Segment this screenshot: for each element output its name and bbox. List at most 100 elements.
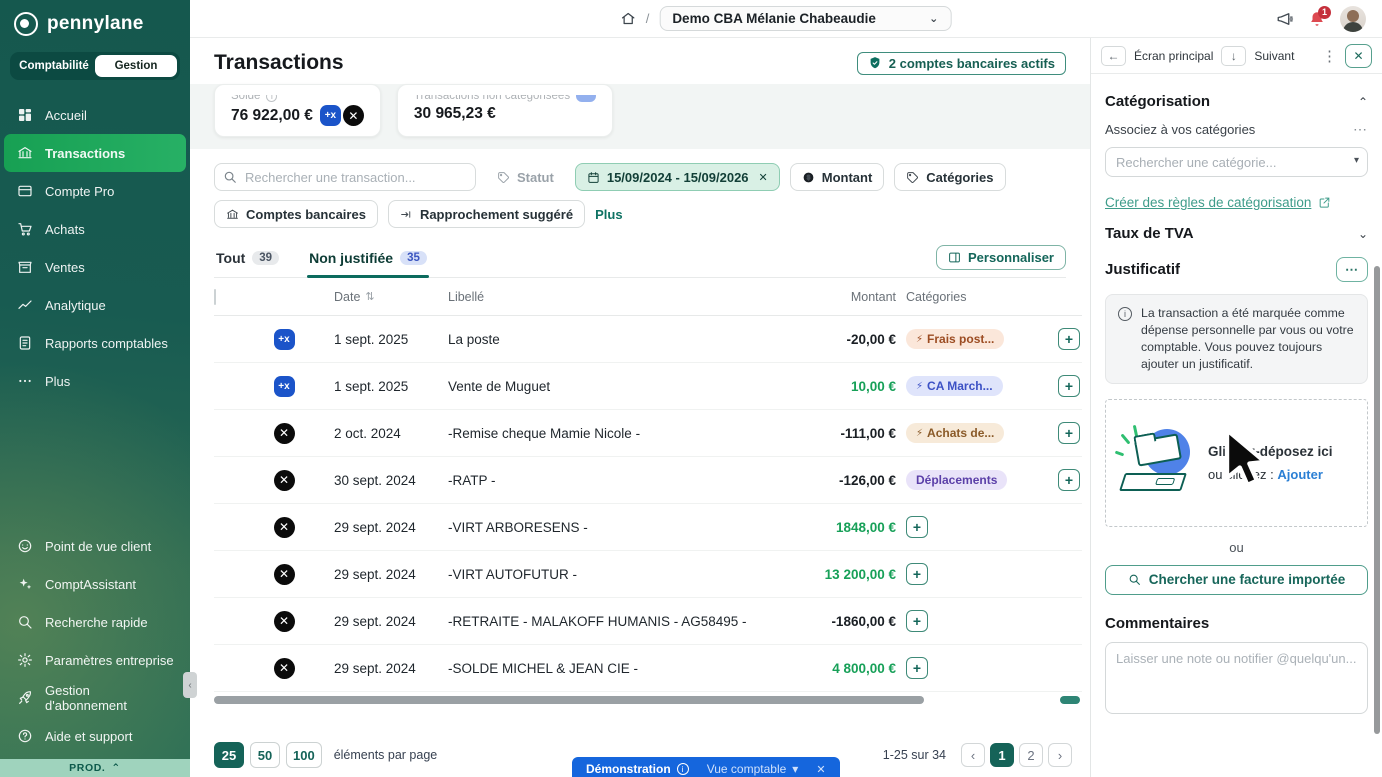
add-category-button[interactable]: + [1058,375,1080,397]
category-badge[interactable]: Déplacements [906,470,1007,490]
category-search-input[interactable] [1105,147,1368,177]
avatar[interactable] [1340,6,1366,32]
toggle-gestion[interactable]: Gestion [95,55,177,77]
sidebar-item-aide[interactable]: Aide et support [0,717,190,755]
add-category-button[interactable]: + [1058,422,1080,444]
prev-page-button[interactable]: ‹ [961,743,985,767]
column-date[interactable]: Date ⇅ [320,290,448,304]
demo-close-button[interactable]: ✕ [816,763,825,776]
sidebar-item-accueil[interactable]: Accueil [0,96,190,134]
sidebar-item-abonnement[interactable]: Gestion d'abonnement [0,679,190,717]
table-row[interactable]: ✕ 2 oct. 2024 -Remise cheque Mamie Nicol… [214,410,1082,457]
filter-comptes-bancaires[interactable]: Comptes bancaires [214,200,378,228]
announcements-button[interactable] [1276,10,1294,28]
table-row[interactable]: +x 1 sept. 2025 La poste -20,00 € ⚡Frais… [214,316,1082,363]
justificatif-options-button[interactable]: ⋯ [1336,257,1368,282]
sidebar-item-ventes[interactable]: Ventes [0,248,190,286]
environment-bar[interactable]: PROD. ⌃ [0,759,190,777]
toggle-comptabilite[interactable]: Comptabilité [13,55,95,77]
page-2-button[interactable]: 2 [1019,743,1043,767]
balance-card: Solde i 76 922,00 € +x ✕ [214,84,381,137]
categorisation-subtitle: Associez à vos catégories [1105,122,1255,137]
qonto-bank-icon: +x [320,105,341,126]
panel-menu-button[interactable]: ⋮ [1322,47,1337,65]
next-down-button[interactable]: ↓ [1221,46,1246,66]
add-category-button[interactable]: + [906,657,928,679]
dashboard-icon [16,107,33,124]
table-row[interactable]: ✕ 29 sept. 2024 -RETRAITE - MALAKOFF HUM… [214,598,1082,645]
sidebar-item-point-de-vue-client[interactable]: Point de vue client [0,527,190,565]
brand-logo[interactable]: pennylane [0,0,190,40]
receipt-dropzone[interactable]: Glissez-déposez ici ou cliquez : Ajouter [1105,399,1368,527]
table-row[interactable]: ✕ 29 sept. 2024 -SOLDE MICHEL & JEAN CIE… [214,645,1082,692]
scrollbar-end-cap[interactable] [1060,696,1080,704]
create-rules-link[interactable]: Créer des règles de catégorisation [1105,195,1311,210]
ajouter-link[interactable]: Ajouter [1277,467,1323,482]
add-category-button[interactable]: + [1058,328,1080,350]
view-selector[interactable]: Vue comptable ▾ [707,762,799,776]
tab-non-justifiee[interactable]: Non justifiée 35 [307,244,429,277]
active-accounts-badge[interactable]: 2 comptes bancaires actifs [857,52,1066,75]
sidebar-collapse-handle[interactable]: ‹ [183,672,197,698]
category-badge[interactable]: ⚡Achats de... [906,423,1004,443]
add-category-button[interactable]: + [1058,469,1080,491]
page-size-50[interactable]: 50 [250,742,280,768]
transaction-label: -VIRT ARBORESENS - [448,520,794,535]
add-category-button[interactable]: + [906,516,928,538]
uncategorized-card-label: Transactions non catégorisées [414,90,596,102]
more-filters-link[interactable]: Plus [595,207,622,222]
sidebar-item-plus[interactable]: Plus [0,362,190,400]
sparkles-icon [16,576,33,593]
panel-scrollbar[interactable] [1374,266,1380,734]
category-badge[interactable]: ⚡Frais post... [906,329,1004,349]
comment-textarea[interactable] [1105,642,1368,714]
sidebar-item-compte-pro[interactable]: Compte Pro [0,172,190,210]
personnaliser-button[interactable]: Personnaliser [936,245,1066,270]
sidebar-item-analytique[interactable]: Analytique [0,286,190,324]
expand-icon[interactable]: ⌄ [1358,227,1368,241]
filter-statut[interactable]: Statut [486,163,565,191]
filter-montant[interactable]: $ Montant [790,163,885,191]
table-row[interactable]: ✕ 29 sept. 2024 -VIRT AUTOFUTUR - 13 200… [214,551,1082,598]
app-root: pennylane Comptabilité Gestion Accueil T… [0,0,1382,777]
filter-rapprochement[interactable]: Rapprochement suggéré [388,200,585,228]
home-icon[interactable] [621,11,636,26]
sidebar-item-label: Achats [45,222,85,237]
page-1-button[interactable]: 1 [990,743,1014,767]
categorisation-options-button[interactable]: ⋯ [1353,121,1368,138]
search-invoice-button[interactable]: Chercher une facture importée [1105,565,1368,595]
category-badge[interactable]: ⚡CA March... [906,376,1003,396]
company-selector[interactable]: Demo CBA Mélanie Chabeaudie ⌄ [659,6,951,31]
page-size-100[interactable]: 100 [286,742,322,768]
transactions-table: Date ⇅ Libellé Montant Catégories +x 1 s… [214,278,1082,692]
notifications-button[interactable]: 1 [1308,10,1326,28]
select-all-checkbox[interactable] [214,289,216,305]
x-bank-icon: ✕ [274,658,295,679]
transaction-search-input[interactable] [214,163,476,191]
next-page-button[interactable]: › [1048,743,1072,767]
sidebar-item-recherche-rapide[interactable]: Recherche rapide [0,603,190,641]
rules-link-row: Créer des règles de catégorisation [1105,195,1368,210]
sidebar-item-transactions[interactable]: Transactions [4,134,186,172]
tab-tout[interactable]: Tout 39 [214,244,281,277]
collapse-icon[interactable]: ⌃ [1358,95,1368,109]
environment-label: PROD. [69,762,105,774]
add-category-button[interactable]: + [906,610,928,632]
back-button[interactable]: ← [1101,46,1126,66]
sidebar-item-achats[interactable]: Achats [0,210,190,248]
tab-count: 39 [252,251,279,265]
table-row[interactable]: ✕ 29 sept. 2024 -VIRT ARBORESENS - 1848,… [214,504,1082,551]
filter-categories[interactable]: Catégories [894,163,1005,191]
sidebar-item-parametres[interactable]: Paramètres entreprise [0,641,190,679]
table-row[interactable]: +x 1 sept. 2025 Vente de Muguet 10,00 € … [214,363,1082,410]
clear-date-filter-icon[interactable]: ✕ [759,171,768,184]
sidebar-item-rapports[interactable]: Rapports comptables [0,324,190,362]
filter-date-range[interactable]: 15/09/2024 - 15/09/2026 ✕ [575,163,780,191]
page-size-25[interactable]: 25 [214,742,244,768]
sidebar-item-comptassistant[interactable]: ComptAssistant [0,565,190,603]
table-row[interactable]: ✕ 30 sept. 2024 -RATP - -126,00 € Déplac… [214,457,1082,504]
add-category-button[interactable]: + [906,563,928,585]
scrollbar-thumb[interactable] [214,696,924,704]
balance-card-value: 76 922,00 € +x ✕ [231,105,364,126]
panel-close-button[interactable]: ✕ [1345,44,1372,68]
